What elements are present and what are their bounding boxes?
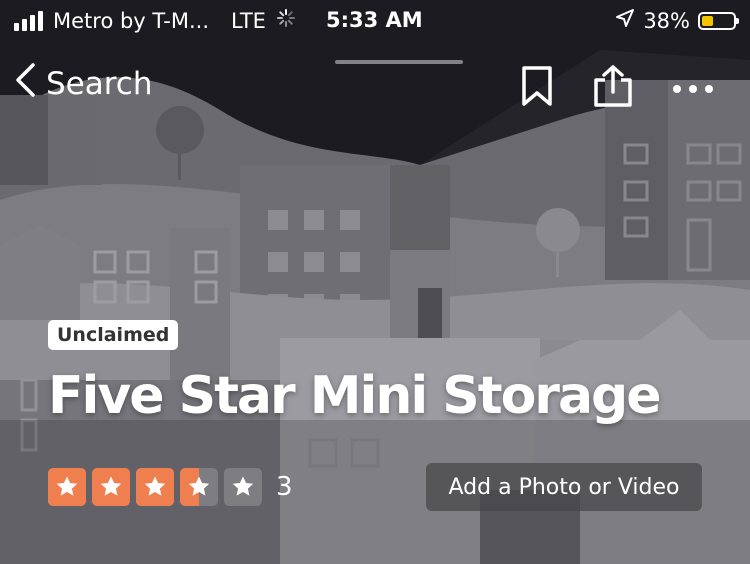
carrier-name: Metro by T-M... (53, 8, 210, 33)
status-left: Metro by T-M... LTE (14, 8, 296, 33)
share-icon[interactable] (592, 64, 634, 112)
back-button[interactable]: Search (14, 62, 153, 106)
rating-row[interactable]: 3 (48, 468, 293, 506)
network-type: LTE (231, 8, 266, 33)
star-icon (180, 468, 218, 506)
business-header-screen: Metro by T-M... LTE 5:33 AM 38% Search U… (0, 0, 750, 564)
review-count: 3 (276, 472, 293, 502)
battery-percent: 38% (643, 8, 690, 33)
location-arrow-icon (615, 8, 635, 33)
battery-level (702, 15, 713, 26)
back-label: Search (46, 66, 153, 102)
loading-spinner-icon (276, 8, 296, 33)
add-photo-video-label: Add a Photo or Video (448, 474, 680, 500)
star-icon (92, 468, 130, 506)
star-rating (48, 468, 268, 506)
signal-bars-icon (14, 10, 43, 31)
battery-icon (698, 11, 739, 30)
unclaimed-badge[interactable]: Unclaimed (48, 320, 179, 350)
add-photo-video-button[interactable]: Add a Photo or Video (426, 463, 702, 511)
clock: 5:33 AM (326, 8, 423, 32)
star-icon (224, 468, 262, 506)
nav-actions (520, 64, 714, 112)
star-icon (48, 468, 86, 506)
business-info: Unclaimed Five Star Mini Storage (48, 320, 662, 426)
bookmark-icon[interactable] (520, 65, 554, 111)
status-right: 38% (615, 8, 739, 33)
star-icon (136, 468, 174, 506)
chevron-left-icon (14, 62, 36, 106)
business-name: Five Star Mini Storage (48, 366, 662, 426)
nav-bar: Search (0, 60, 750, 110)
status-bar: Metro by T-M... LTE 5:33 AM 38% (0, 0, 750, 40)
more-icon[interactable] (672, 79, 714, 98)
